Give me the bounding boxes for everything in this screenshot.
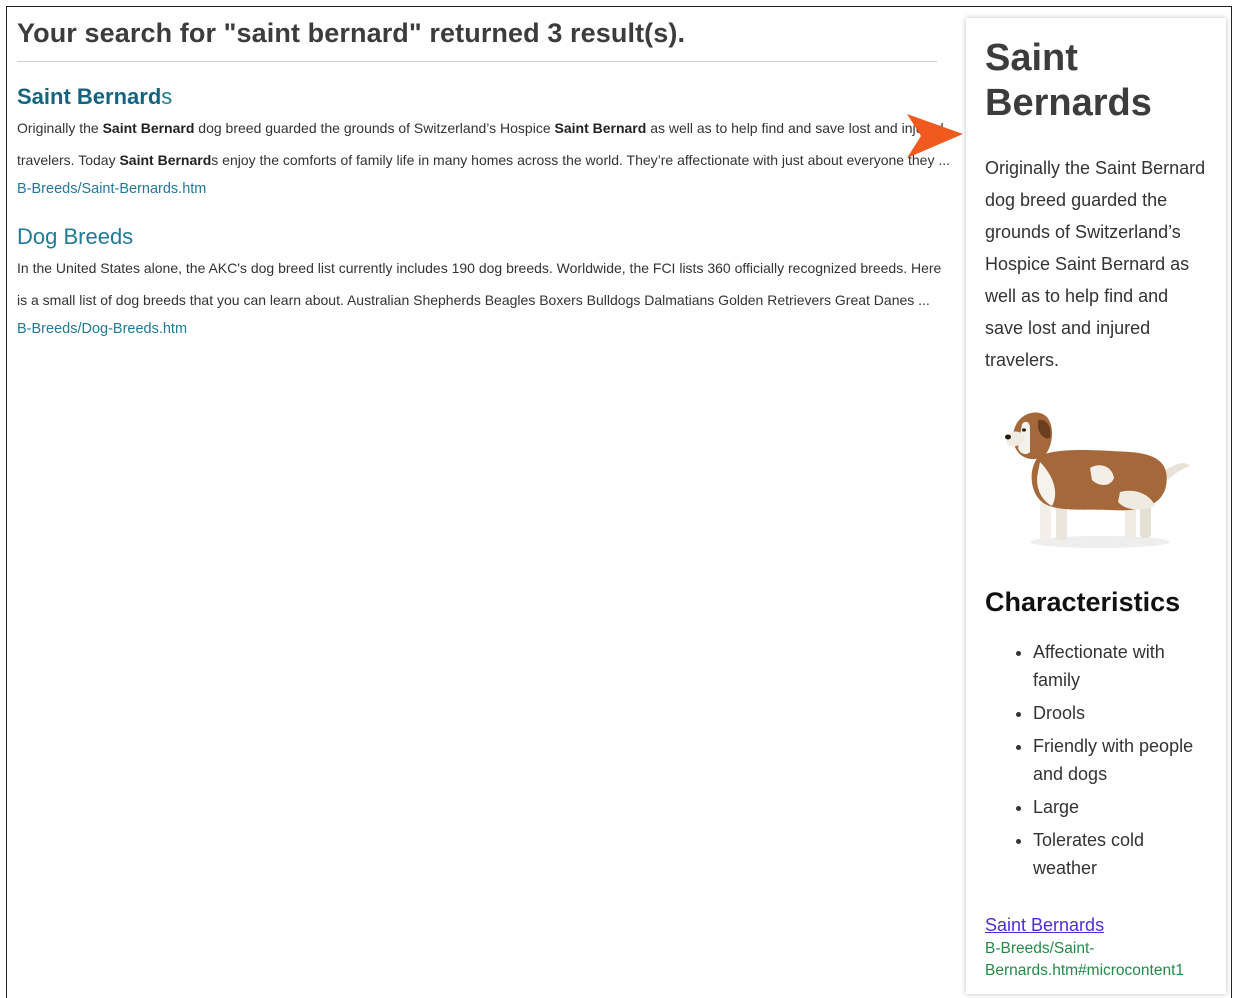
result-snippet: In the United States alone, the AKC's do…: [17, 260, 942, 308]
panel-title: Saint Bernards: [985, 37, 1152, 124]
result-item: Dog Breeds In the United States alone, t…: [17, 224, 941, 339]
panel-topic-url: B-Breeds/Saint-Bernards.htm#microcontent…: [985, 940, 1185, 979]
snippet-text: dog breed guarded the grounds of Switzer…: [194, 120, 555, 136]
list-item: Tolerates cold weather: [1033, 826, 1208, 882]
result-url-link[interactable]: B-Breeds/Saint-Bernards.htm: [17, 179, 937, 199]
snippet-text: Originally the: [17, 120, 103, 136]
result-title-highlight: Saint Bernard: [17, 84, 162, 109]
saint-bernard-image: [1005, 412, 1190, 548]
microcontent-panel: Saint Bernards Originally the Saint Bern…: [966, 18, 1226, 994]
characteristics-list: Affectionate with family Drools Friendly…: [985, 638, 1208, 882]
list-item: Drools: [1033, 699, 1208, 727]
results-heading: Your search for "saint bernard" returned…: [17, 18, 937, 62]
result-title-link[interactable]: Dog Breeds: [17, 224, 133, 250]
result-item: Saint Bernards Originally the Saint Bern…: [17, 84, 950, 199]
callout-arrow-icon: [907, 114, 963, 158]
result-url-link[interactable]: B-Breeds/Dog-Breeds.htm: [17, 319, 937, 339]
panel-topic-link[interactable]: Saint Bernards: [985, 914, 1208, 936]
search-results: Your search for "saint bernard" returned…: [17, 18, 950, 339]
snippet-highlight: Saint Bernard: [554, 120, 647, 136]
result-title-link[interactable]: Saint Bernards: [17, 84, 172, 110]
result-snippet: Originally the Saint Bernard dog breed g…: [17, 112, 952, 176]
panel-description: Originally the Saint Bernard dog breed g…: [985, 158, 1206, 370]
result-title-rest: s: [161, 84, 173, 109]
snippet-text: s enjoy the comforts of family life in m…: [211, 152, 951, 168]
snippet-highlight: Saint Bernard: [102, 120, 195, 136]
list-item: Affectionate with family: [1033, 638, 1208, 694]
characteristics-heading: Characteristics: [985, 587, 1181, 617]
list-item: Large: [1033, 793, 1208, 821]
snippet-highlight: Saint Bernard: [119, 152, 212, 168]
list-item: Friendly with people and dogs: [1033, 732, 1208, 788]
